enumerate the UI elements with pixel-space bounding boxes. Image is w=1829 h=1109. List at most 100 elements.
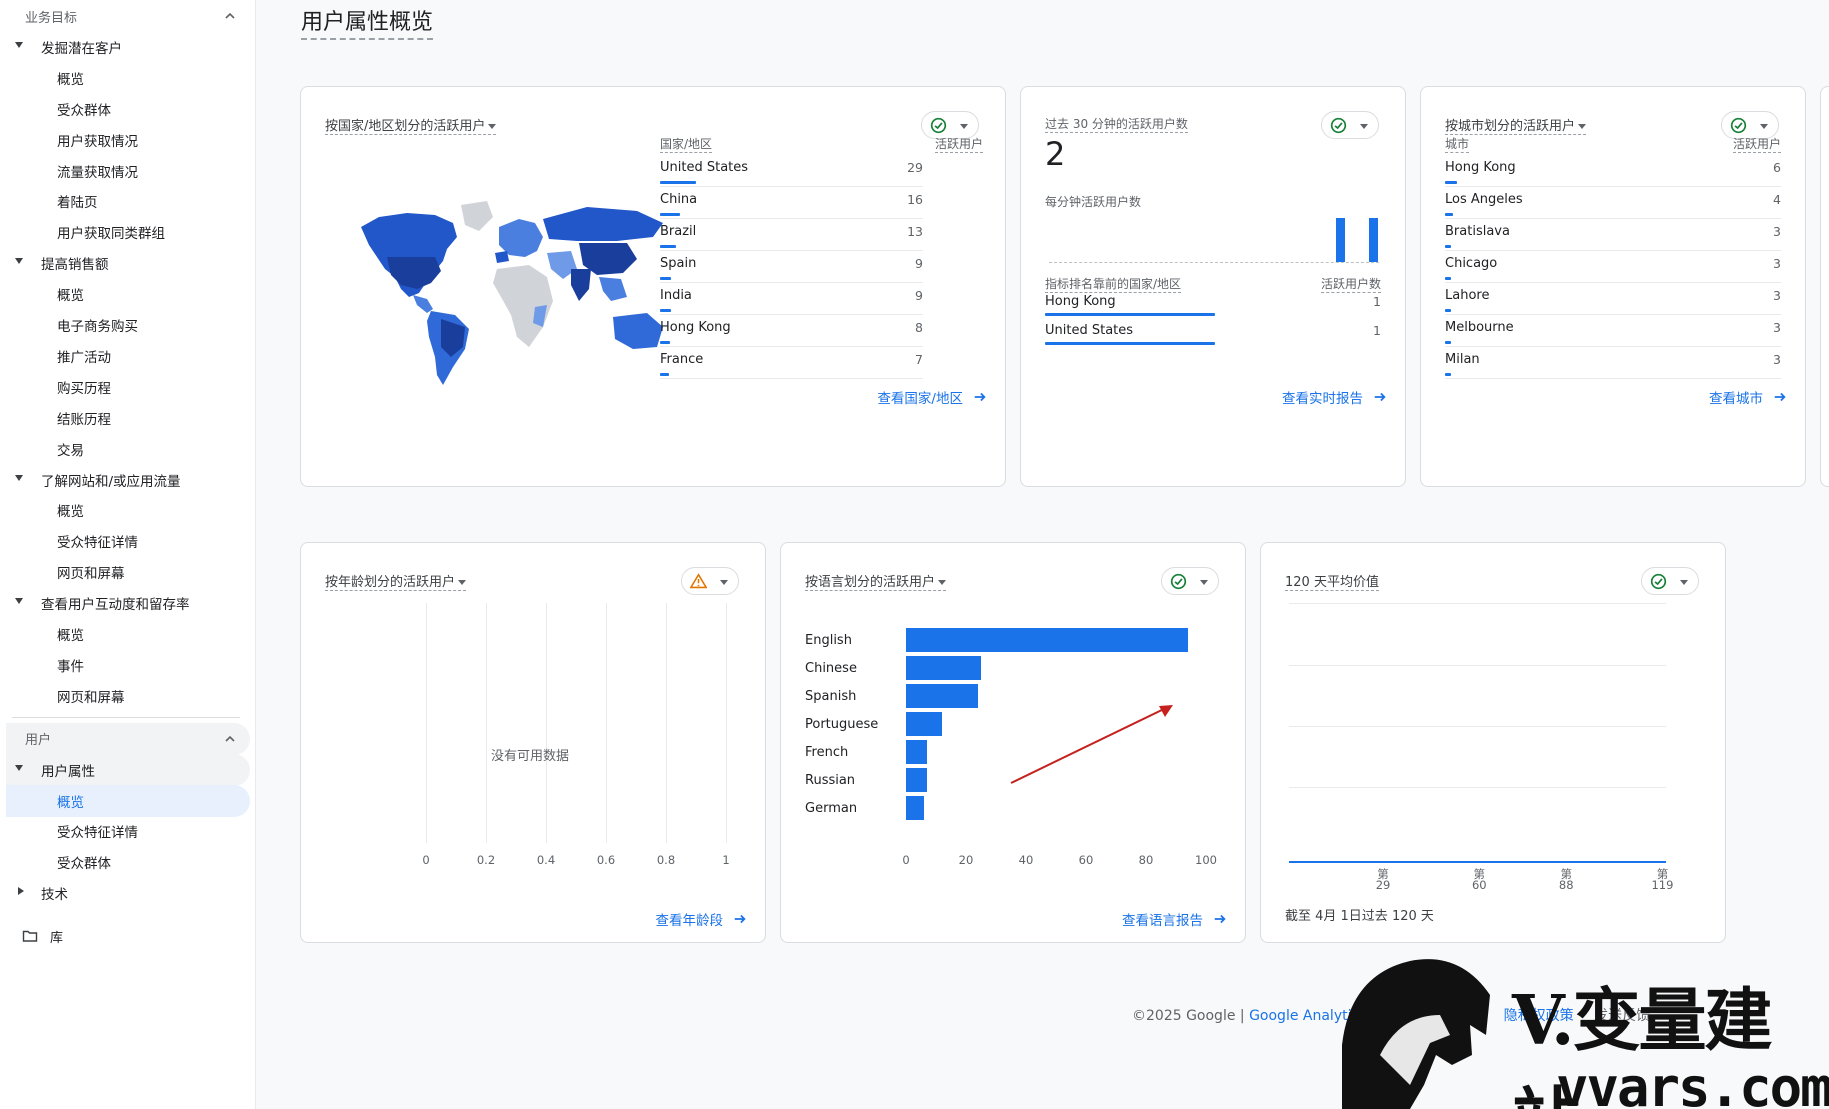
- col-head-country[interactable]: 国家/地区: [660, 135, 713, 153]
- sidebar-section-user[interactable]: 用户: [6, 722, 250, 755]
- language-x-tick: 80: [1138, 853, 1154, 867]
- table-row[interactable]: United States 29: [660, 155, 923, 187]
- minute-bar[interactable]: [1369, 218, 1378, 262]
- language-label: Russian: [805, 773, 856, 788]
- sidebar-library[interactable]: 库: [6, 920, 250, 952]
- table-row[interactable]: Melbourne 3: [1445, 315, 1781, 347]
- sidebar-item[interactable]: 推广活动: [6, 340, 250, 372]
- value-x-tick: 第 29: [1376, 868, 1391, 891]
- country-card-title[interactable]: 按国家/地区划分的活跃用户: [325, 115, 497, 135]
- view-age-link[interactable]: 查看年龄段: [656, 909, 748, 929]
- sidebar-item[interactable]: 流量获取情况: [6, 155, 250, 187]
- table-row[interactable]: Milan 3: [1445, 347, 1781, 379]
- table-row[interactable]: Los Angeles 4: [1445, 187, 1781, 219]
- status-pill[interactable]: [1641, 567, 1699, 595]
- language-card-title[interactable]: 按语言划分的活跃用户: [805, 571, 947, 591]
- sidebar-item-active[interactable]: 概览: [6, 784, 250, 817]
- sidebar-item[interactable]: 概览: [6, 278, 250, 310]
- row-value: 3: [1773, 256, 1781, 271]
- col-head-city[interactable]: 城市: [1445, 135, 1470, 153]
- warning-icon: [690, 573, 707, 589]
- view-realtime-link[interactable]: 查看实时报告: [1282, 387, 1387, 407]
- language-bar[interactable]: [906, 768, 927, 792]
- table-row[interactable]: Bratislava 3: [1445, 219, 1781, 251]
- city-card-title[interactable]: 按城市划分的活跃用户: [1445, 115, 1587, 135]
- sidebar-item[interactable]: 用户获取同类群组: [6, 216, 250, 248]
- world-map[interactable]: [357, 197, 669, 387]
- per-minute-chart[interactable]: [1049, 217, 1379, 263]
- sidebar-item[interactable]: 受众特征详情: [6, 815, 250, 847]
- sidebar-item[interactable]: 网页和屏幕: [6, 680, 250, 712]
- sidebar-group-2[interactable]: 了解网站和/或应用流量: [6, 464, 250, 496]
- table-row[interactable]: Hong Kong 6: [1445, 155, 1781, 187]
- realtime-card-title[interactable]: 过去 30 分钟的活跃用户数: [1045, 115, 1188, 133]
- language-bar[interactable]: [906, 684, 978, 708]
- chevron-up-icon[interactable]: [222, 8, 238, 24]
- sidebar-group-1[interactable]: 提高销售额: [6, 247, 250, 279]
- sidebar-item[interactable]: 概览: [6, 494, 250, 526]
- table-row[interactable]: India 9: [660, 283, 923, 315]
- sidebar-item[interactable]: 用户获取情况: [6, 124, 250, 156]
- sidebar-group-tech[interactable]: 技术: [6, 877, 250, 909]
- age-tick-label: 0.6: [596, 853, 616, 867]
- sidebar-item[interactable]: 购买历程: [6, 371, 250, 403]
- sidebar-item[interactable]: 网页和屏幕: [6, 556, 250, 588]
- minute-bar[interactable]: [1336, 218, 1345, 262]
- value-card-title[interactable]: 120 天平均价值: [1285, 571, 1379, 591]
- table-row[interactable]: Lahore 3: [1445, 283, 1781, 315]
- age-card-title[interactable]: 按年龄划分的活跃用户: [325, 571, 467, 591]
- view-countries-link[interactable]: 查看国家/地区: [877, 387, 987, 407]
- view-cities-link[interactable]: 查看城市: [1709, 387, 1787, 407]
- tick-line2: 119: [1651, 878, 1674, 892]
- folder-icon: [22, 930, 38, 942]
- language-bar[interactable]: [906, 740, 927, 764]
- table-row[interactable]: United States 1: [1045, 318, 1381, 350]
- app-root: 业务目标 发掘潜在客户 概览 受众群体 用户获取情况 流量获取情况 着陆页 用户获取同类群组提…: [0, 0, 1829, 1109]
- realtime-card: 过去 30 分钟的活跃用户数 2 每分钟活跃用户数 指标排名靠前的国家/地区 活…: [1020, 86, 1406, 487]
- table-row[interactable]: Spain 9: [660, 251, 923, 283]
- table-row[interactable]: China 16: [660, 187, 923, 219]
- sidebar-section-business[interactable]: 业务目标: [6, 0, 250, 32]
- status-pill[interactable]: [1161, 567, 1219, 595]
- city-card: 按城市划分的活跃用户 城市 活跃用户 Hong Kong 6 Los Angeles…: [1420, 86, 1806, 487]
- tick-line2: 60: [1471, 878, 1487, 892]
- arrow-right-icon: [1214, 914, 1226, 924]
- language-bar[interactable]: [906, 796, 924, 820]
- sidebar-item[interactable]: 交易: [6, 433, 250, 465]
- row-value: 3: [1773, 224, 1781, 239]
- language-bar[interactable]: [906, 656, 981, 680]
- value-card: 120 天平均价值 第 29 第 60 第 88 第 119 截至 4月 1日过去 120 天: [1260, 542, 1726, 943]
- col-head-city-users[interactable]: 活跃用户: [1732, 135, 1781, 153]
- table-row[interactable]: Hong Kong 1: [1045, 289, 1381, 321]
- table-row[interactable]: France 7: [660, 347, 923, 379]
- sidebar-item[interactable]: 电子商务购买: [6, 309, 250, 341]
- map-india: [571, 269, 591, 301]
- status-pill[interactable]: [1321, 111, 1379, 139]
- caret-down-icon: [15, 41, 23, 48]
- sidebar-item[interactable]: 概览: [6, 618, 250, 650]
- sidebar-item[interactable]: 受众群体: [6, 846, 250, 878]
- table-row[interactable]: Chicago 3: [1445, 251, 1781, 283]
- view-language-link[interactable]: 查看语言报告: [1122, 909, 1227, 929]
- dropdown-icon: [458, 580, 467, 585]
- language-bar[interactable]: [906, 712, 942, 736]
- language-bar[interactable]: [906, 628, 1188, 652]
- col-head-users[interactable]: 活跃用户: [934, 135, 983, 153]
- status-pill[interactable]: [681, 567, 739, 595]
- sidebar-item[interactable]: 受众特征详情: [6, 525, 250, 557]
- sidebar-item[interactable]: 概览: [6, 62, 250, 94]
- sidebar-item[interactable]: 事件: [6, 649, 250, 681]
- sidebar-group-3[interactable]: 查看用户互动度和留存率: [6, 587, 250, 619]
- sidebar-item[interactable]: 着陆页: [6, 185, 250, 217]
- sidebar-group-0[interactable]: 发掘潜在客户: [6, 31, 250, 63]
- sidebar-item[interactable]: 受众群体: [6, 93, 250, 125]
- row-value: 1: [1373, 294, 1381, 309]
- table-row[interactable]: Hong Kong 8: [660, 315, 923, 347]
- table-row[interactable]: Brazil 13: [660, 219, 923, 251]
- sidebar-item[interactable]: 结账历程: [6, 402, 250, 434]
- sidebar-group-user-attributes[interactable]: 用户属性: [6, 753, 250, 786]
- realtime-big-number: 2: [1045, 135, 1066, 173]
- row-value: 3: [1773, 288, 1781, 303]
- chevron-up-icon[interactable]: [222, 731, 238, 747]
- row-bar: [660, 213, 680, 216]
